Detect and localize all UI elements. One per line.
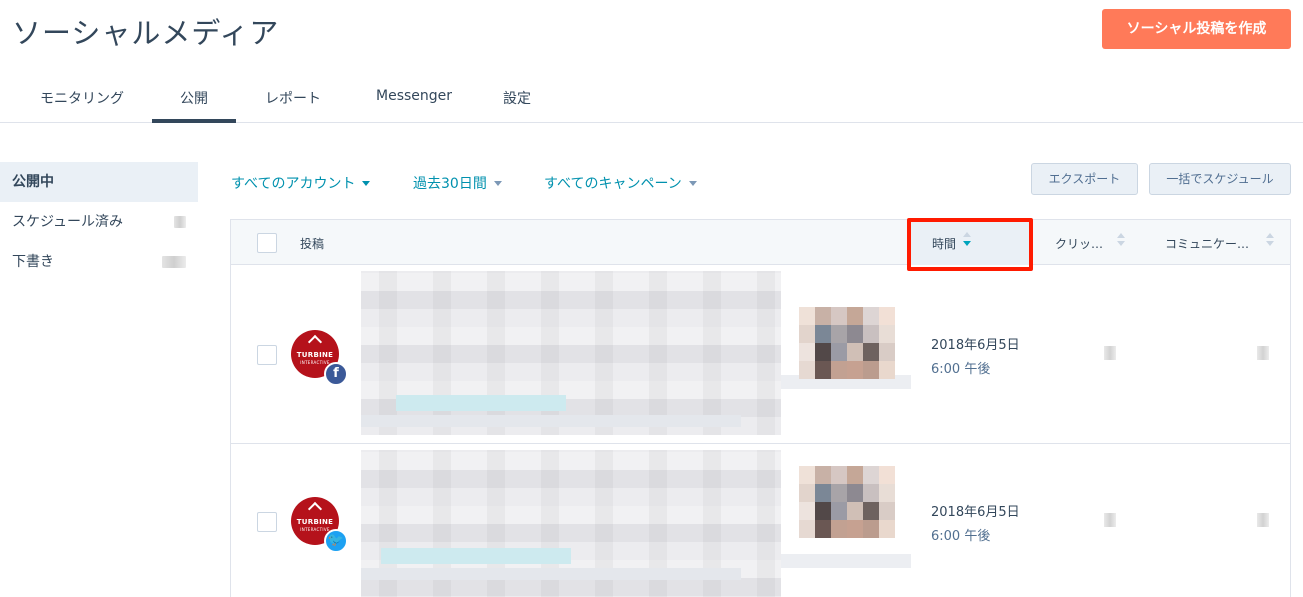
create-social-post-button[interactable]: ソーシャル投稿を作成 <box>1102 9 1291 49</box>
post-date: 2018年6月5日 <box>931 338 1020 353</box>
interactions-value-blurred <box>1257 513 1269 527</box>
blurred-text-line <box>361 415 741 427</box>
active-tab-indicator <box>152 119 236 123</box>
campaign-filter-label: すべてのキャンペーン <box>544 176 682 192</box>
tab-reports[interactable]: レポート <box>265 88 321 108</box>
blurred-text-line <box>361 568 741 580</box>
logo-mark-icon <box>307 501 323 517</box>
sort-icon[interactable] <box>1266 233 1274 249</box>
post-date: 2018年6月5日 <box>931 505 1020 520</box>
column-header-clicks[interactable]: クリッ… <box>1055 235 1103 252</box>
sort-icon[interactable] <box>1117 233 1125 249</box>
avatar-logo-text: TURBINE <box>296 518 334 526</box>
post-image-blurred <box>799 466 895 484</box>
blurred-link <box>396 395 566 411</box>
table-row[interactable]: TURBINE INTERACTIVE 🐦 2018年6月5日 6:00 午後 <box>231 444 1290 597</box>
tab-publishing[interactable]: 公開 <box>180 88 208 108</box>
sidebar-item-drafts[interactable]: 下書き <box>0 242 198 282</box>
time-column-highlight-box <box>907 218 1033 271</box>
sidebar-item-count-blurred <box>174 216 186 228</box>
account-filter-label: すべてのアカウント <box>231 176 356 192</box>
export-button[interactable]: エクスポート <box>1031 163 1138 195</box>
tab-monitoring[interactable]: モニタリング <box>40 88 124 108</box>
post-content-blurred[interactable] <box>361 271 911 435</box>
tab-messenger[interactable]: Messenger <box>376 88 452 104</box>
post-image-blurred <box>799 307 895 325</box>
chevron-down-icon <box>362 181 371 186</box>
sidebar-item-label: スケジュール済み <box>12 214 124 230</box>
post-image-blurred <box>799 520 895 538</box>
post-image-blurred <box>799 325 895 343</box>
interactions-value-blurred <box>1257 346 1269 360</box>
campaign-filter-dropdown[interactable]: すべてのキャンペーン <box>544 173 697 193</box>
twitter-icon: 🐦 <box>324 529 348 553</box>
posts-table: 投稿 時間 クリッ… コミュニケー… TURBINE INTERACTIVE f… <box>230 219 1291 597</box>
post-image-blurred <box>799 361 895 379</box>
sidebar-item-scheduled[interactable]: スケジュール済み <box>0 202 198 242</box>
post-image-blurred <box>799 343 895 361</box>
tab-settings[interactable]: 設定 <box>503 88 531 108</box>
table-header: 投稿 時間 クリッ… コミュニケー… <box>231 220 1290 265</box>
clicks-value-blurred <box>1104 346 1116 360</box>
post-content-blurred[interactable] <box>361 450 911 597</box>
post-time: 6:00 午後 <box>931 362 991 377</box>
sidebar-item-label: 公開中 <box>12 174 54 190</box>
avatar-logo-text: TURBINE <box>296 351 334 359</box>
post-image-blurred <box>799 484 895 502</box>
blurred-link <box>381 548 571 564</box>
main-tabs: モニタリング 公開 レポート Messenger 設定 <box>0 70 1303 123</box>
page-title: ソーシャルメディア <box>12 16 280 50</box>
sidebar-item-label: 下書き <box>12 254 54 270</box>
chevron-down-icon <box>493 181 502 186</box>
post-time: 6:00 午後 <box>931 529 991 544</box>
account-filter-dropdown[interactable]: すべてのアカウント <box>231 173 371 193</box>
sidebar-item-published[interactable]: 公開中 <box>0 162 198 202</box>
period-filter-label: 過去30日間 <box>413 176 487 192</box>
sidebar: 公開中 スケジュール済み 下書き <box>0 162 198 282</box>
column-header-post: 投稿 <box>300 237 325 251</box>
bulk-schedule-button[interactable]: 一括でスケジュール <box>1149 163 1291 195</box>
clicks-value-blurred <box>1104 513 1116 527</box>
row-checkbox[interactable] <box>257 512 277 532</box>
row-checkbox[interactable] <box>257 345 277 365</box>
facebook-icon: f <box>324 362 348 386</box>
sidebar-item-count-blurred <box>162 256 186 268</box>
logo-mark-icon <box>307 334 323 350</box>
chevron-down-icon <box>688 181 697 186</box>
table-row[interactable]: TURBINE INTERACTIVE f 2018年6月5日 6:00 午後 <box>231 265 1290 444</box>
period-filter-dropdown[interactable]: 過去30日間 <box>413 173 502 193</box>
column-header-interactions[interactable]: コミュニケー… <box>1165 235 1249 252</box>
select-all-checkbox[interactable] <box>257 233 277 253</box>
post-image-blurred <box>799 502 895 520</box>
